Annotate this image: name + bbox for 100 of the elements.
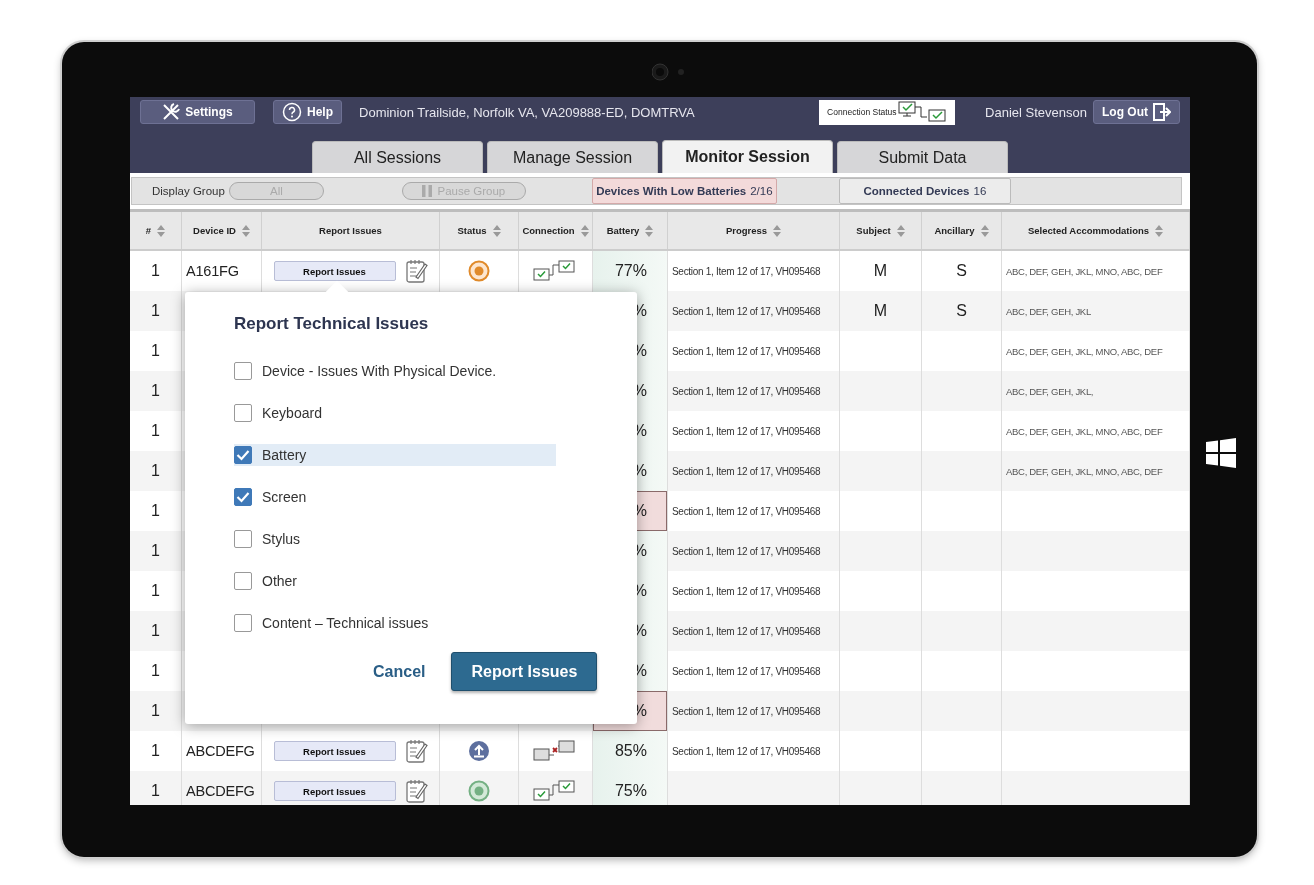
table-cell: M [873,262,888,280]
table-cell: 1 [151,702,160,720]
table-cell: Section 1, Item 12 of 17, VH095468 [672,385,821,397]
column-header[interactable]: Device ID [182,212,262,249]
table-cell: Section 1, Item 12 of 17, VH095468 [672,345,821,357]
checkbox-option[interactable]: Battery [234,444,556,466]
notepad-icon[interactable] [405,779,428,803]
connected-devices-label: Connected Devices [863,185,970,197]
column-header[interactable]: Subject [840,212,922,249]
logout-button[interactable]: Log Out [1093,100,1180,124]
table-cell: 1 [151,262,160,280]
table-cell: Section 1, Item 12 of 17, VH095468 [672,425,821,437]
table-cell: ABC, DEF, GEH, JKL, MNO, ABC, DEF [1006,465,1163,477]
cancel-button[interactable]: Cancel [367,661,432,682]
table-cell: Section 1, Item 12 of 17, VH095468 [672,745,821,757]
connected-devices-count: 16 [973,185,987,197]
table-cell: ABCDEFG [186,743,255,759]
notepad-icon[interactable] [405,259,428,283]
sort-icon[interactable] [896,224,905,237]
table-cell: Section 1, Item 12 of 17, VH095468 [672,705,821,717]
low-batteries-label: Devices With Low Batteries [596,185,747,197]
user-name: Daniel Stevenson [985,104,1087,120]
table-cell: 1 [151,742,160,760]
checkbox-option[interactable]: Stylus [234,528,556,550]
sort-icon[interactable] [1155,224,1164,237]
connection-status-label: Connection Status [827,107,897,117]
checkbox-option[interactable]: Content – Technical issues [234,612,556,634]
report-issues-submit-button[interactable]: Report Issues [451,652,598,691]
table-cell: 1 [151,342,160,360]
table-cell: 1 [151,782,160,800]
table-cell: ABC, DEF, GEH, JKL, MNO, ABC, DEF [1006,265,1163,277]
column-header[interactable]: Battery [593,212,668,249]
table-cell: ABC, DEF, GEH, JKL, [1006,385,1094,397]
column-header[interactable]: Status [440,212,519,249]
table-cell: 1 [151,542,160,560]
checkbox-option[interactable]: Other [234,570,556,592]
column-header[interactable]: Report Issues [262,212,440,249]
column-header[interactable]: Connection [519,212,593,249]
low-batteries-count: 2/16 [750,185,773,197]
tools-icon [162,103,181,121]
table-cell: M [873,302,888,320]
sort-icon[interactable] [580,224,589,237]
report-issues-button[interactable]: Report Issues [273,781,396,801]
table-cell: S [956,302,967,320]
tab[interactable]: Manage Session [487,141,658,173]
checkbox[interactable] [234,572,252,590]
sort-icon[interactable] [241,224,250,237]
checkbox[interactable] [234,614,252,632]
table-cell: ABC, DEF, GEH, JKL [1006,305,1091,317]
checkbox[interactable] [234,404,252,422]
column-header[interactable]: # [130,212,182,249]
table-cell: 1 [151,622,160,640]
table-cell: Section 1, Item 12 of 17, VH095468 [672,465,821,477]
table-cell: Section 1, Item 12 of 17, VH095468 [672,585,821,597]
help-button[interactable]: Help [273,100,342,124]
logout-icon [1153,103,1171,121]
table-cell: 1 [151,662,160,680]
table-cell: ABC, DEF, GEH, JKL, MNO, ABC, DEF [1006,345,1163,357]
sort-icon[interactable] [980,224,989,237]
pause-icon [422,185,433,197]
sort-icon[interactable] [773,224,782,237]
column-header[interactable]: Selected Accommodations [1002,212,1190,249]
sort-icon[interactable] [645,224,654,237]
tab[interactable]: All Sessions [312,141,483,173]
checkbox[interactable] [234,488,252,506]
table-cell: Section 1, Item 12 of 17, VH095468 [672,545,821,557]
checkbox[interactable] [234,362,252,380]
table-cell: Section 1, Item 12 of 17, VH095468 [672,265,821,277]
tab[interactable]: Submit Data [837,141,1008,173]
checkbox[interactable] [234,530,252,548]
column-header[interactable]: Ancillary [922,212,1002,249]
location-text: Dominion Trailside, Norfolk VA, VA209888-ED, DOMTRVA [359,104,696,120]
connected-devices-badge[interactable]: Connected Devices 16 [838,178,1011,204]
dialog-title: Report Technical Issues [234,314,430,334]
table-cell: S [956,262,967,280]
table-cell: Section 1, Item 12 of 17, VH095468 [672,625,821,637]
table-cell: 1 [151,502,160,520]
table-cell: ABC, DEF, GEH, JKL, MNO, ABC, DEF [1006,425,1163,437]
table-cell: 1 [151,462,160,480]
column-header[interactable]: Progress [668,212,840,249]
low-batteries-badge[interactable]: Devices With Low Batteries 2/16 [591,178,777,204]
battery-cell: 85% [593,731,668,771]
checkbox-option[interactable]: Device - Issues With Physical Device. [234,360,556,382]
battery-cell: 75% [593,771,668,805]
sort-icon[interactable] [157,224,166,237]
help-icon [282,102,302,122]
checkbox-option[interactable]: Screen [234,486,556,508]
checkbox-option[interactable]: Keyboard [234,402,556,424]
tab[interactable]: Monitor Session [662,140,833,173]
report-issues-button[interactable]: Report Issues [273,741,396,761]
settings-button[interactable]: Settings [140,100,255,124]
notepad-icon[interactable] [405,739,428,763]
windows-logo-icon[interactable] [1206,438,1236,468]
table-cell: 1 [151,582,160,600]
checkbox[interactable] [234,446,252,464]
display-group-label: Display Group [152,185,225,197]
table-cell: Section 1, Item 12 of 17, VH095468 [672,305,821,317]
report-issues-button[interactable]: Report Issues [273,261,396,281]
table-cell: 1 [151,382,160,400]
sort-icon[interactable] [492,224,501,237]
